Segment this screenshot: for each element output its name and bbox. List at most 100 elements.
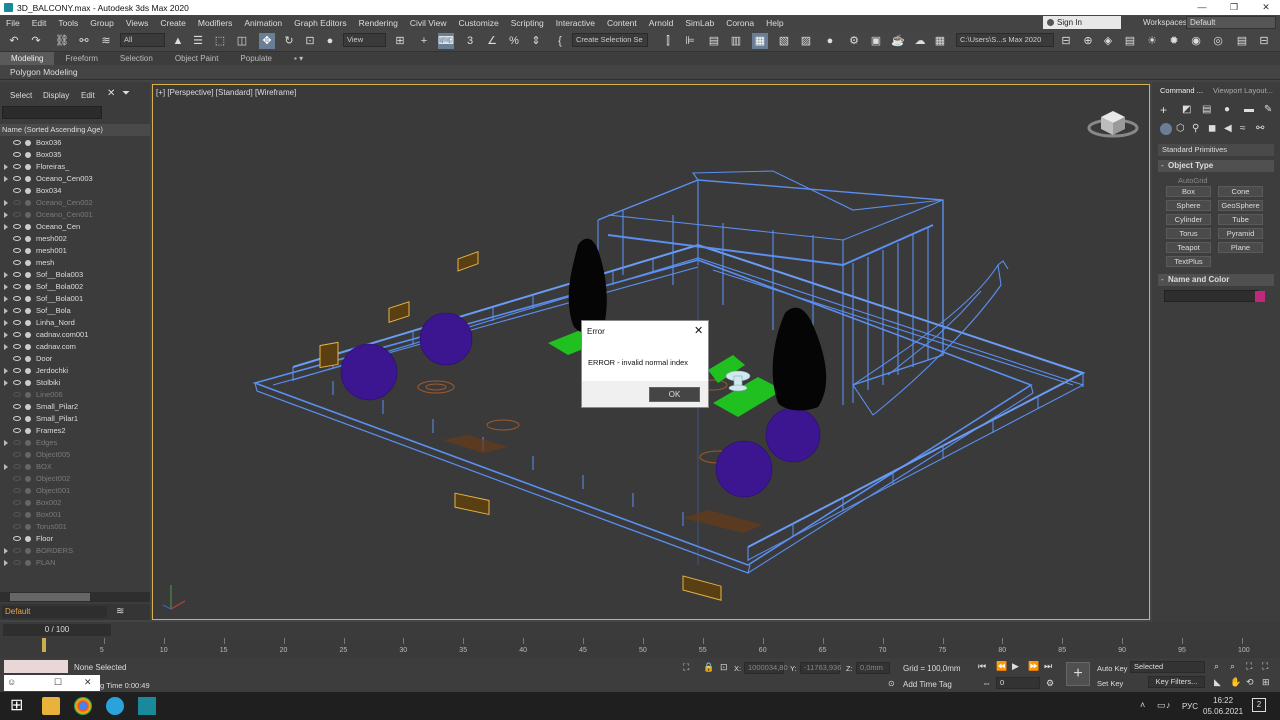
primitive-pyramid-button[interactable]: Pyramid xyxy=(1218,228,1263,239)
selection-filter-select[interactable]: All xyxy=(120,33,165,47)
freeze-dot-icon[interactable] xyxy=(25,428,31,434)
freeze-dot-icon[interactable] xyxy=(25,536,31,542)
auto-key-button[interactable]: Auto Key xyxy=(1097,664,1127,673)
freeze-dot-icon[interactable] xyxy=(25,548,31,554)
freeze-dot-icon[interactable] xyxy=(25,560,31,566)
key-mode-icon[interactable]: ⇔ xyxy=(982,678,991,688)
menu-graph-editors[interactable]: Graph Editors xyxy=(288,18,352,28)
tray-chevron-icon[interactable]: ˄ xyxy=(1140,700,1145,710)
arnold-icon-3[interactable]: ▤ xyxy=(1122,33,1138,49)
arnold-icon-2[interactable]: ◈ xyxy=(1100,33,1116,49)
placement-icon[interactable]: ● xyxy=(322,33,338,49)
explorer-row[interactable]: Sof__Bola001 xyxy=(0,293,150,305)
add-time-tag[interactable]: Add Time Tag xyxy=(903,680,952,689)
object-color-swatch[interactable] xyxy=(1255,291,1265,302)
object-name-field[interactable] xyxy=(1164,290,1258,302)
freeze-dot-icon[interactable] xyxy=(25,404,31,410)
expand-arrow-icon[interactable] xyxy=(4,212,8,218)
visibility-eye-icon[interactable] xyxy=(13,404,21,409)
current-frame-field[interactable]: 0 xyxy=(996,677,1040,689)
visibility-eye-icon[interactable] xyxy=(13,392,21,397)
expand-arrow-icon[interactable] xyxy=(4,224,8,230)
menu-modifiers[interactable]: Modifiers xyxy=(192,18,238,28)
select-manipulate-icon[interactable]: + xyxy=(416,33,432,49)
freeze-dot-icon[interactable] xyxy=(25,296,31,302)
visibility-eye-icon[interactable] xyxy=(13,140,21,145)
key-set-select[interactable]: Selected xyxy=(1130,661,1205,673)
visibility-eye-icon[interactable] xyxy=(13,428,21,433)
primitive-cylinder-button[interactable]: Cylinder xyxy=(1166,214,1211,225)
menu-help[interactable]: Help xyxy=(760,18,789,28)
menu-simlab[interactable]: SimLab xyxy=(679,18,720,28)
window-crossing-icon[interactable]: ◫ xyxy=(234,33,250,49)
visibility-eye-icon[interactable] xyxy=(13,488,21,493)
freeze-dot-icon[interactable] xyxy=(25,368,31,374)
telegram-icon[interactable] xyxy=(106,697,124,715)
explorer-row[interactable]: Edges xyxy=(0,437,150,449)
notifications-icon[interactable]: 2 xyxy=(1252,698,1266,712)
undo-icon[interactable]: ↶ xyxy=(6,33,22,49)
freeze-dot-icon[interactable] xyxy=(25,320,31,326)
geometry-icon[interactable] xyxy=(1160,123,1172,135)
visibility-eye-icon[interactable] xyxy=(13,164,21,169)
isolate-icon[interactable]: ⛶ xyxy=(683,662,689,673)
bind-space-warp-icon[interactable]: ≋ xyxy=(98,33,114,49)
explorer-row[interactable]: Frames2 xyxy=(0,425,150,437)
explorer-row[interactable]: Sof__Bola xyxy=(0,305,150,317)
explorer-column-header[interactable]: Name (Sorted Ascending Age) xyxy=(0,124,150,136)
explorer-row[interactable]: Object005 xyxy=(0,449,150,461)
key-filters-button[interactable]: Key Filters... xyxy=(1148,676,1205,688)
visibility-eye-icon[interactable] xyxy=(13,548,21,553)
freeze-dot-icon[interactable] xyxy=(25,380,31,386)
zoom-icon[interactable]: ⌕ xyxy=(1214,661,1219,672)
visibility-eye-icon[interactable] xyxy=(13,176,21,181)
scene-explorer-icon[interactable]: ▤ xyxy=(706,33,722,49)
expand-arrow-icon[interactable] xyxy=(4,548,8,554)
visibility-eye-icon[interactable] xyxy=(13,308,21,313)
expand-arrow-icon[interactable] xyxy=(4,464,8,470)
menu-animation[interactable]: Animation xyxy=(238,18,288,28)
visibility-eye-icon[interactable] xyxy=(13,380,21,385)
explorer-row[interactable]: Object002 xyxy=(0,473,150,485)
scroll-thumb[interactable] xyxy=(10,593,90,601)
time-config-icon[interactable]: ⚙ xyxy=(1046,678,1054,689)
freeze-dot-icon[interactable] xyxy=(25,332,31,338)
time-tag-icon[interactable]: ⊙ xyxy=(888,679,895,688)
shapes-icon[interactable]: ⬡ xyxy=(1176,123,1185,134)
render-shortcut-icon[interactable]: ▦ xyxy=(932,33,948,49)
primitive-cone-button[interactable]: Cone xyxy=(1218,186,1263,197)
chrome-icon[interactable] xyxy=(74,697,92,715)
expand-arrow-icon[interactable] xyxy=(4,200,8,206)
visibility-eye-icon[interactable] xyxy=(13,368,21,373)
visibility-eye-icon[interactable] xyxy=(13,440,21,445)
link-icon[interactable]: ⛓ xyxy=(54,33,70,49)
menu-create[interactable]: Create xyxy=(154,18,192,28)
expand-arrow-icon[interactable] xyxy=(4,176,8,182)
current-frame-marker[interactable] xyxy=(42,638,46,652)
explorer-row[interactable]: mesh002 xyxy=(0,233,150,245)
material-editor-icon[interactable]: ● xyxy=(822,33,838,49)
sign-in-button[interactable]: Sign In xyxy=(1043,16,1121,29)
expand-arrow-icon[interactable] xyxy=(4,272,8,278)
freeze-dot-icon[interactable] xyxy=(25,260,31,266)
explorer-row[interactable]: Box002 xyxy=(0,497,150,509)
visibility-eye-icon[interactable] xyxy=(13,236,21,241)
visibility-eye-icon[interactable] xyxy=(13,284,21,289)
primitive-tube-button[interactable]: Tube xyxy=(1218,214,1263,225)
explorer-search-input[interactable] xyxy=(2,106,102,119)
menu-corona[interactable]: Corona xyxy=(720,18,760,28)
freeze-dot-icon[interactable] xyxy=(25,224,31,230)
prev-frame-icon[interactable]: ⏪ xyxy=(996,661,1007,672)
primitive-box-button[interactable]: Box xyxy=(1166,186,1211,197)
menu-arnold[interactable]: Arnold xyxy=(643,18,680,28)
freeze-dot-icon[interactable] xyxy=(25,488,31,494)
explorer-row[interactable]: Oceano_Cen003 xyxy=(0,173,150,185)
freeze-dot-icon[interactable] xyxy=(25,176,31,182)
visibility-eye-icon[interactable] xyxy=(13,272,21,277)
expand-arrow-icon[interactable] xyxy=(4,332,8,338)
filter-icon[interactable]: ⏷ xyxy=(122,88,130,99)
ref-coord-select[interactable]: View xyxy=(343,33,386,47)
hierarchy-tab-icon[interactable]: ▤ xyxy=(1202,104,1211,115)
rendered-frame-icon[interactable]: ▣ xyxy=(868,33,884,49)
visibility-eye-icon[interactable] xyxy=(13,416,21,421)
